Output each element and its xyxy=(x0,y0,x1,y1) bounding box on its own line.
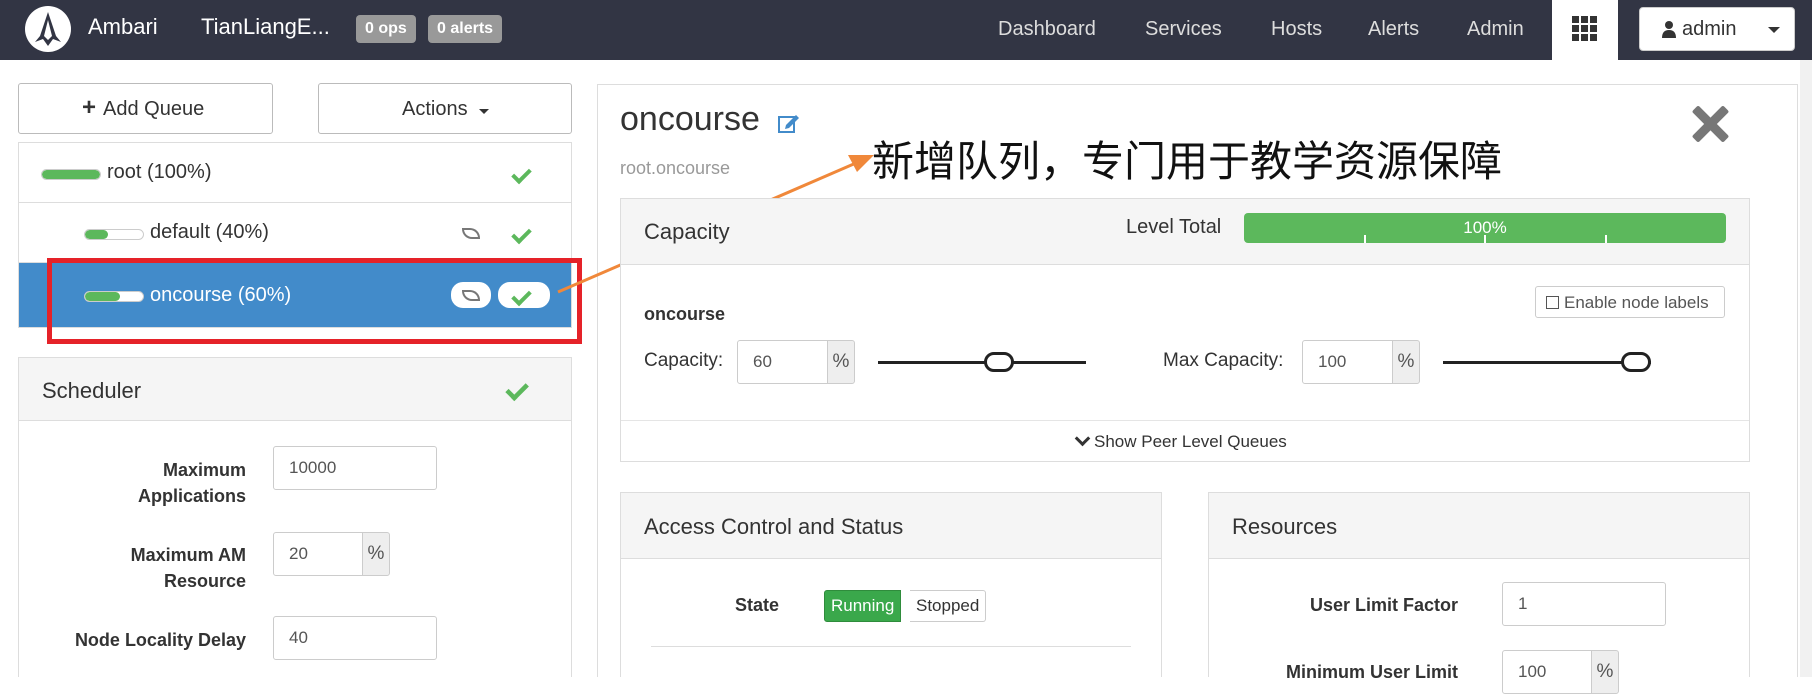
percent-addon: % xyxy=(827,340,855,384)
access-control-panel: Access Control and Status xyxy=(620,492,1162,677)
bar-tick xyxy=(1484,235,1486,243)
resources-title: Resources xyxy=(1232,514,1338,539)
bar-tick xyxy=(1364,235,1366,243)
capacity-slider-handle[interactable] xyxy=(984,352,1014,372)
divider xyxy=(621,420,1749,421)
capacity-label: Capacity: xyxy=(644,350,724,371)
capacity-queue-heading: oncourse xyxy=(644,304,726,324)
min-user-limit-input[interactable]: 100 xyxy=(1502,650,1592,694)
show-peer-queues-link[interactable]: Show Peer Level Queues xyxy=(1094,432,1287,452)
min-user-limit-label: Minimum User Limit xyxy=(1285,662,1458,682)
state-running-button[interactable]: Running xyxy=(824,590,902,622)
access-control-title: Access Control and Status xyxy=(644,514,904,539)
annotation-text: 新增队列，专门用于教学资源保障 xyxy=(872,137,1503,186)
access-control-panel-header: Access Control and Status xyxy=(621,493,1161,559)
level-total-bar: 100% xyxy=(1244,213,1726,243)
max-capacity-label: Max Capacity: xyxy=(1163,350,1284,371)
level-total-label: Level Total xyxy=(1126,216,1222,238)
percent-addon: % xyxy=(1392,340,1420,384)
state-label: State xyxy=(734,595,779,615)
resources-panel-header: Resources xyxy=(1209,493,1749,559)
max-capacity-input[interactable]: 100 xyxy=(1302,340,1393,384)
state-stopped-button[interactable]: Stopped xyxy=(910,590,987,622)
divider xyxy=(651,646,1131,647)
max-capacity-slider-track[interactable] xyxy=(1443,361,1651,364)
resources-panel: Resources xyxy=(1208,492,1750,677)
checkbox-icon xyxy=(1546,296,1559,309)
bar-tick xyxy=(1605,235,1607,243)
capacity-slider-track[interactable] xyxy=(878,361,1086,364)
user-limit-factor-label: User Limit Factor xyxy=(1309,595,1458,615)
enable-node-labels-toggle[interactable]: Enable node labels xyxy=(1535,286,1725,318)
enable-node-labels-label: Enable node labels xyxy=(1564,293,1709,312)
capacity-title: Capacity xyxy=(644,219,730,244)
percent-addon: % xyxy=(1591,650,1619,694)
max-capacity-slider-handle[interactable] xyxy=(1621,352,1651,372)
capacity-input[interactable]: 60 xyxy=(737,340,828,384)
user-limit-factor-input[interactable]: 1 xyxy=(1502,582,1666,626)
